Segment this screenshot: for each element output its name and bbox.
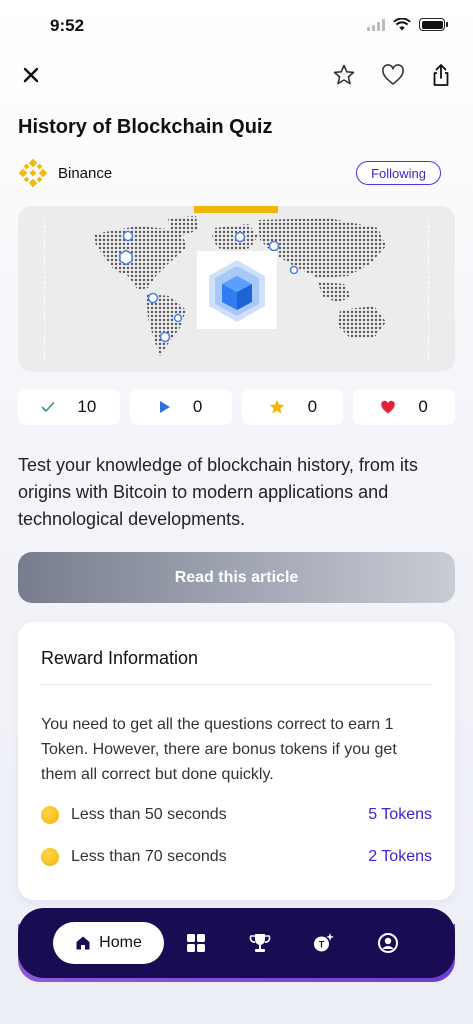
token-sparkle-icon[interactable]: T	[309, 929, 337, 957]
grid-icon[interactable]	[182, 929, 210, 957]
wifi-icon	[393, 18, 411, 31]
status-bar: 9:52	[0, 0, 473, 50]
read-article-button[interactable]: Read this article	[18, 552, 455, 603]
correct-count-pill[interactable]: 10	[18, 389, 120, 425]
battery-icon	[419, 18, 448, 31]
reward-row-label: Less than 50 seconds	[71, 806, 227, 823]
svg-text:T: T	[319, 940, 325, 950]
top-bar	[0, 58, 473, 92]
cellular-signal-icon	[367, 18, 385, 31]
quiz-cover-image	[18, 206, 455, 372]
heart-outline-icon[interactable]	[376, 58, 410, 92]
reward-row-value: 2 Tokens	[368, 848, 432, 865]
bottom-nav: Home T	[18, 908, 455, 978]
likes-count: 0	[418, 397, 428, 416]
status-icons	[367, 18, 448, 31]
play-icon	[159, 401, 170, 413]
stars-count-pill[interactable]: 0	[241, 389, 344, 425]
stats-row: 10 0 0 0	[18, 389, 455, 425]
nav-home-button[interactable]: Home	[53, 922, 164, 964]
plays-count: 0	[192, 397, 203, 416]
page-title: History of Blockchain Quiz	[18, 116, 273, 138]
profile-icon[interactable]	[374, 929, 402, 957]
check-icon	[42, 402, 55, 412]
world-map-illustration	[94, 216, 386, 356]
reward-row: Less than 50 seconds 5 Tokens	[41, 802, 432, 828]
stars-count: 0	[307, 397, 318, 416]
coin-icon	[41, 806, 59, 824]
binance-logo-icon	[18, 158, 48, 188]
reward-title: Reward Information	[41, 648, 199, 668]
status-time: 9:52	[50, 16, 85, 35]
star-outline-icon[interactable]	[327, 58, 361, 92]
home-icon	[76, 936, 90, 950]
following-button[interactable]: Following	[356, 161, 441, 185]
heart-icon	[381, 400, 396, 413]
trophy-icon[interactable]	[246, 929, 274, 957]
reward-information-card: Reward Information You need to get all t…	[18, 622, 455, 900]
reward-text: You need to get all the questions correc…	[41, 716, 397, 783]
nav-home-label: Home	[99, 934, 142, 951]
reward-row-value: 5 Tokens	[368, 806, 432, 823]
likes-count-pill[interactable]: 0	[353, 389, 455, 425]
share-icon[interactable]	[424, 58, 458, 92]
correct-count: 10	[77, 397, 97, 416]
star-icon	[269, 399, 284, 414]
coin-icon	[41, 848, 59, 866]
publisher[interactable]: Binance	[18, 158, 112, 188]
quiz-description: Test your knowledge of blockchain histor…	[18, 455, 418, 529]
close-icon[interactable]	[14, 58, 48, 92]
reward-row: Less than 70 seconds 2 Tokens	[41, 844, 432, 870]
reward-divider	[41, 684, 432, 685]
reward-row-label: Less than 70 seconds	[71, 848, 227, 865]
publisher-name: Binance	[58, 164, 113, 182]
plays-count-pill[interactable]: 0	[129, 389, 232, 425]
